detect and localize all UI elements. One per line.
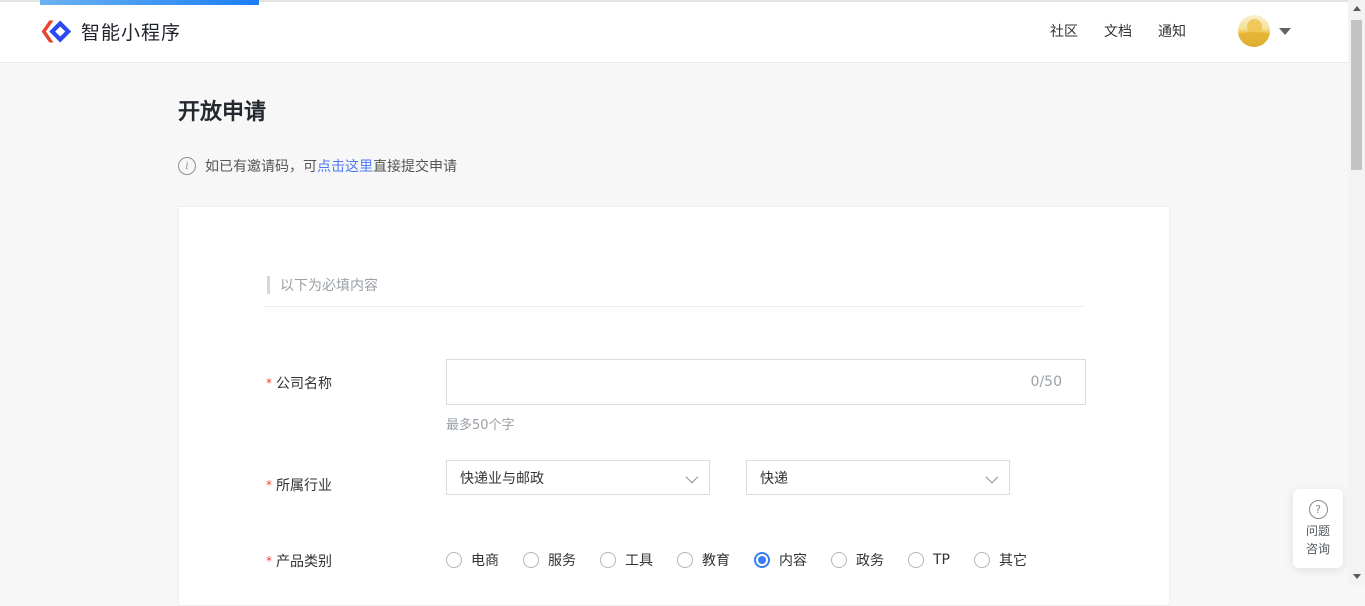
radio-label: 工具 [625, 550, 653, 570]
radio-unselected-icon[interactable] [523, 552, 539, 568]
industry-primary-select[interactable]: 快递业与邮政 [446, 460, 710, 495]
nav-docs[interactable]: 文档 [1104, 21, 1132, 41]
radio-option-服务[interactable]: 服务 [523, 550, 576, 570]
radio-label: 内容 [779, 550, 807, 570]
radio-selected-icon[interactable] [754, 552, 770, 568]
scroll-down-arrow-icon[interactable] [1348, 568, 1365, 585]
help-line-2: 咨询 [1306, 542, 1330, 557]
notice-prefix: 如已有邀请码，可 [205, 156, 317, 176]
question-mark-icon: ? [1309, 500, 1328, 519]
product-category-label: *产品类别 [266, 551, 332, 571]
application-form-card: 以下为必填内容 *公司名称 0/50 最多50个字 *所属行业 快递业与邮政 快… [178, 206, 1170, 606]
industry-secondary-value: 快递 [760, 468, 788, 488]
loading-progress-bar [40, 0, 259, 5]
smart-miniprogram-logo-icon [40, 18, 72, 45]
help-line-1: 问题 [1306, 524, 1330, 539]
company-name-input[interactable] [446, 359, 1086, 405]
radio-label: 教育 [702, 550, 730, 570]
radio-label: 其它 [999, 550, 1027, 570]
radio-unselected-icon[interactable] [600, 552, 616, 568]
nav-notifications[interactable]: 通知 [1158, 21, 1186, 41]
industry-label: *所属行业 [266, 475, 332, 495]
brand[interactable]: 智能小程序 [40, 0, 181, 62]
radio-unselected-icon[interactable] [908, 552, 924, 568]
scroll-up-arrow-icon[interactable] [1348, 0, 1365, 17]
page-title: 开放申请 [178, 94, 266, 126]
header-right: 社区 文档 通知 [1024, 0, 1291, 62]
industry-secondary-select[interactable]: 快递 [746, 460, 1010, 495]
header: 智能小程序 社区 文档 通知 [0, 0, 1348, 63]
chevron-down-icon [986, 471, 999, 484]
radio-option-工具[interactable]: 工具 [600, 550, 653, 570]
radio-unselected-icon[interactable] [677, 552, 693, 568]
avatar[interactable] [1238, 15, 1270, 47]
company-name-hint: 最多50个字 [446, 414, 515, 433]
radio-label: 政务 [856, 550, 884, 570]
required-mark: * [266, 554, 272, 568]
info-icon: i [178, 157, 196, 175]
radio-label: TP [933, 552, 950, 568]
required-mark: * [266, 478, 272, 492]
brand-title: 智能小程序 [81, 18, 181, 45]
scrollbar-thumb[interactable] [1351, 20, 1362, 170]
company-name-field: 0/50 [446, 359, 1086, 405]
chevron-down-icon [686, 471, 699, 484]
section-divider [264, 306, 1084, 307]
click-here-link[interactable]: 点击这里 [317, 156, 373, 176]
help-consult-button[interactable]: ? 问题 咨询 [1293, 489, 1343, 568]
chevron-down-icon[interactable] [1279, 28, 1291, 35]
notice-suffix: 直接提交申请 [373, 156, 457, 176]
required-section-header: 以下为必填内容 [267, 275, 378, 295]
vertical-scrollbar[interactable] [1348, 0, 1365, 585]
company-name-label: *公司名称 [266, 373, 332, 393]
required-mark: * [266, 376, 272, 390]
radio-label: 服务 [548, 550, 576, 570]
radio-option-TP[interactable]: TP [908, 552, 950, 568]
invite-code-notice: i 如已有邀请码，可点击这里直接提交申请 [178, 156, 457, 176]
nav-community[interactable]: 社区 [1050, 21, 1078, 41]
radio-option-其它[interactable]: 其它 [974, 550, 1027, 570]
radio-unselected-icon[interactable] [974, 552, 990, 568]
radio-option-内容[interactable]: 内容 [754, 550, 807, 570]
radio-option-政务[interactable]: 政务 [831, 550, 884, 570]
radio-unselected-icon[interactable] [831, 552, 847, 568]
section-accent-bar [267, 276, 270, 294]
radio-option-教育[interactable]: 教育 [677, 550, 730, 570]
radio-option-电商[interactable]: 电商 [446, 550, 499, 570]
product-category-radios: 电商 服务 工具 教育 内容 政务 TP 其它 [446, 550, 1027, 570]
radio-label: 电商 [471, 550, 499, 570]
section-title: 以下为必填内容 [280, 275, 378, 295]
radio-unselected-icon[interactable] [446, 552, 462, 568]
industry-primary-value: 快递业与邮政 [460, 468, 544, 488]
